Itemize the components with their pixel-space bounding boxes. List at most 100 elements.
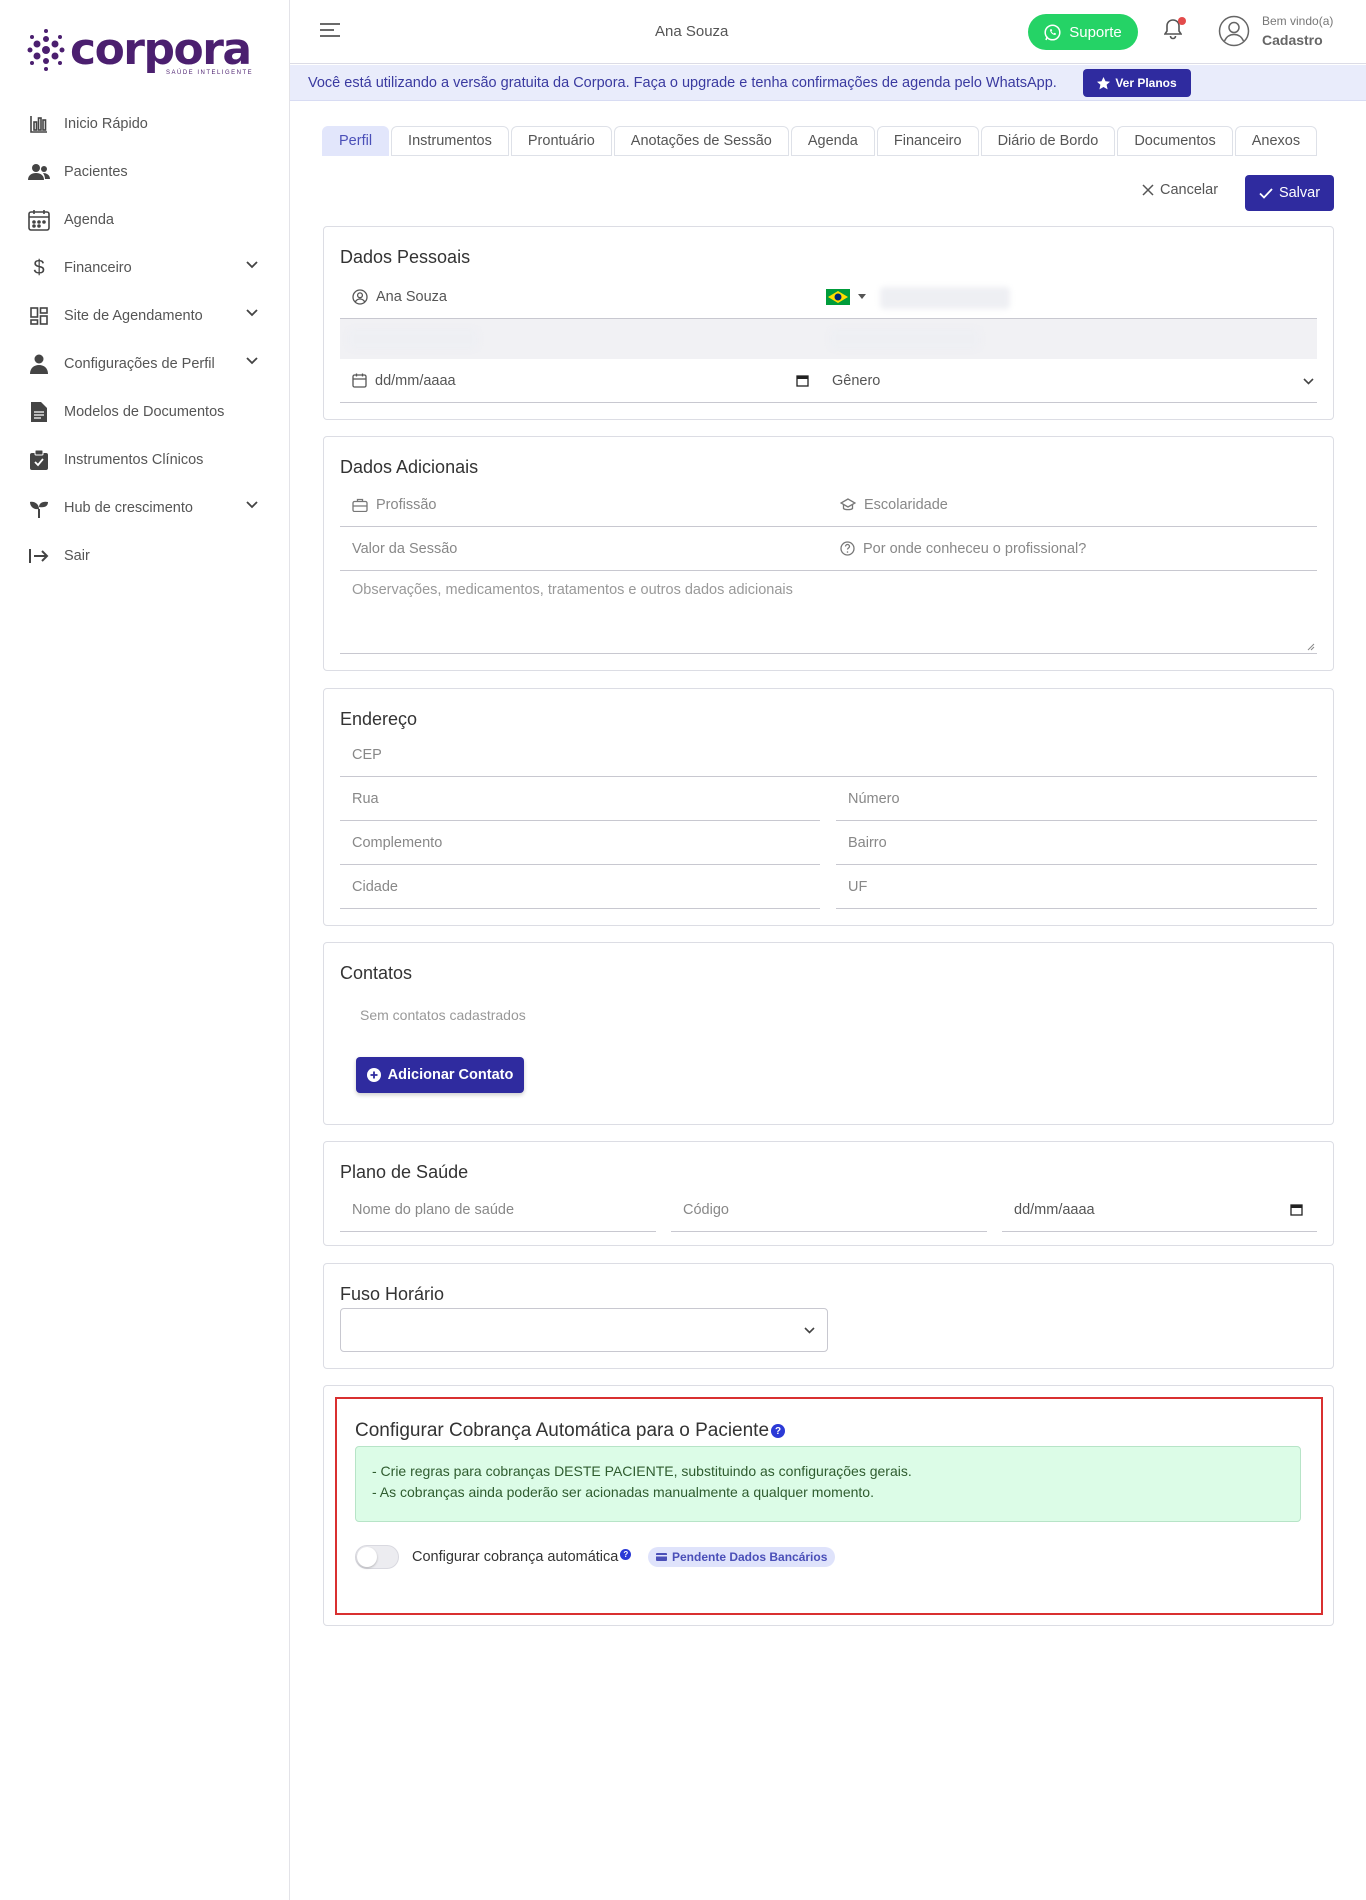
question-circle-icon bbox=[840, 541, 855, 556]
tab-financeiro[interactable]: Financeiro bbox=[876, 126, 979, 156]
welcome-text: Bem vindo(a) bbox=[1262, 14, 1334, 28]
birthdate-placeholder: dd/mm/aaaa bbox=[375, 372, 456, 389]
tab-anotacoes-sessao[interactable]: Anotações de Sessão bbox=[613, 126, 789, 156]
valor-sessao-field[interactable]: Valor da Sessão bbox=[340, 527, 828, 571]
valor-sessao-placeholder: Valor da Sessão bbox=[352, 540, 458, 557]
escolaridade-field[interactable]: Escolaridade bbox=[828, 483, 1317, 527]
profissao-field[interactable]: Profissão bbox=[340, 483, 828, 527]
dollar-icon: $ bbox=[33, 256, 45, 279]
top-bar: Ana Souza Suporte Bem vindo(a) Cadastro bbox=[290, 0, 1366, 64]
redacted-email bbox=[348, 329, 478, 349]
add-contact-button[interactable]: Adicionar Contato bbox=[356, 1057, 524, 1093]
calendar-icon bbox=[28, 209, 50, 231]
ver-planos-button[interactable]: Ver Planos bbox=[1083, 69, 1191, 97]
card-title: Fuso Horário bbox=[340, 1284, 445, 1304]
brazil-flag-icon[interactable] bbox=[826, 288, 850, 305]
chevron-down-icon bbox=[804, 1327, 815, 1334]
card-title: Contatos bbox=[340, 963, 413, 983]
resize-handle-icon[interactable] bbox=[1307, 643, 1315, 651]
numero-placeholder: Número bbox=[848, 790, 900, 807]
bairro-field[interactable]: Bairro bbox=[836, 821, 1317, 865]
plano-codigo-placeholder: Código bbox=[683, 1201, 729, 1218]
redacted-phone bbox=[880, 287, 1010, 309]
sidebar-item-modelos-documentos[interactable]: Modelos de Documentos bbox=[0, 388, 290, 436]
sidebar-item-site-agendamento[interactable]: Site de Agendamento bbox=[0, 292, 290, 340]
calendar-icon bbox=[352, 373, 367, 388]
cobranca-title: Configurar Cobrança Automática para o Pa… bbox=[355, 1420, 786, 1442]
rua-field[interactable]: Rua bbox=[340, 777, 820, 821]
empty-contacts-text: Sem contatos cadastrados bbox=[360, 1007, 526, 1023]
name-field[interactable]: Ana Souza bbox=[340, 275, 820, 319]
sidebar-item-financeiro[interactable]: $ Financeiro bbox=[0, 244, 290, 292]
star-icon bbox=[1097, 76, 1111, 89]
sidebar-item-label: Configurações de Perfil bbox=[64, 356, 215, 372]
plano-nome-field[interactable]: Nome do plano de saúde bbox=[340, 1188, 656, 1232]
cep-field[interactable]: CEP bbox=[340, 733, 1317, 777]
date-picker-icon[interactable] bbox=[796, 374, 809, 387]
users-icon bbox=[28, 161, 50, 183]
tab-agenda[interactable]: Agenda bbox=[790, 126, 875, 156]
sidebar-item-pacientes[interactable]: Pacientes bbox=[0, 148, 290, 196]
help-icon[interactable]: ? bbox=[771, 1424, 786, 1438]
phone-field[interactable] bbox=[820, 275, 1317, 319]
info-line-2: - As cobranças ainda poderão ser acionad… bbox=[372, 1484, 874, 1500]
document-icon bbox=[28, 401, 50, 423]
sidebar-item-sair[interactable]: Sair bbox=[0, 532, 290, 580]
dashboard-icon bbox=[28, 305, 50, 327]
genero-select[interactable]: Gênero bbox=[820, 359, 1317, 403]
sidebar-item-label: Modelos de Documentos bbox=[64, 404, 225, 420]
cancel-button[interactable]: Cancelar bbox=[1142, 182, 1218, 198]
por-onde-placeholder: Por onde conheceu o profissional? bbox=[863, 540, 1087, 557]
save-button[interactable]: Salvar bbox=[1245, 175, 1334, 211]
plano-validade-field[interactable]: dd/mm/aaaa bbox=[1002, 1188, 1317, 1232]
cidade-field[interactable]: Cidade bbox=[340, 865, 820, 909]
date-picker-icon[interactable] bbox=[1290, 1203, 1303, 1216]
cobranca-toggle[interactable] bbox=[355, 1545, 399, 1569]
user-circle-icon bbox=[352, 288, 368, 305]
sidebar-item-label: Inicio Rápido bbox=[64, 116, 148, 132]
plano-codigo-field[interactable]: Código bbox=[671, 1188, 987, 1232]
user-icon bbox=[28, 353, 50, 375]
observacoes-textarea[interactable]: Observações, medicamentos, tratamentos e… bbox=[340, 572, 1317, 654]
tab-documentos[interactable]: Documentos bbox=[1117, 126, 1233, 156]
tab-instrumentos[interactable]: Instrumentos bbox=[391, 126, 509, 156]
tab-diario-bordo[interactable]: Diário de Bordo bbox=[980, 126, 1116, 156]
name-value: Ana Souza bbox=[376, 288, 447, 305]
support-button[interactable]: Suporte bbox=[1028, 14, 1138, 50]
briefcase-icon bbox=[352, 498, 368, 512]
tab-prontuario[interactable]: Prontuário bbox=[510, 126, 612, 156]
help-icon[interactable]: ? bbox=[620, 1548, 632, 1560]
logo-text: corpora bbox=[70, 24, 252, 75]
sidebar-item-instrumentos-clinicos[interactable]: Instrumentos Clínicos bbox=[0, 436, 290, 484]
plano-nome-placeholder: Nome do plano de saúde bbox=[352, 1201, 515, 1218]
email-field[interactable] bbox=[340, 319, 1317, 359]
sidebar-item-label: Hub de crescimento bbox=[64, 500, 193, 516]
user-avatar-icon[interactable] bbox=[1218, 15, 1250, 47]
chevron-down-icon bbox=[246, 309, 258, 317]
por-onde-field[interactable]: Por onde conheceu o profissional? bbox=[828, 527, 1317, 571]
birthdate-field[interactable]: dd/mm/aaaa bbox=[340, 359, 820, 403]
sidebar-item-label: Pacientes bbox=[64, 164, 128, 180]
clipboard-icon bbox=[28, 449, 50, 471]
numero-field[interactable]: Número bbox=[836, 777, 1317, 821]
menu-toggle-icon[interactable] bbox=[320, 22, 340, 38]
fuso-horario-select[interactable] bbox=[340, 1308, 828, 1352]
sidebar-item-hub-crescimento[interactable]: Hub de crescimento bbox=[0, 484, 290, 532]
sidebar-item-config-perfil[interactable]: Configurações de Perfil bbox=[0, 340, 290, 388]
patient-name: Ana Souza bbox=[655, 23, 729, 40]
badge-label: Pendente Dados Bancários bbox=[672, 1550, 828, 1564]
corpora-logo[interactable]: corpora SAÚDE INTELIGENTE bbox=[26, 24, 252, 76]
tab-anexos[interactable]: Anexos bbox=[1234, 126, 1318, 156]
sidebar-item-inicio-rapido[interactable]: Inicio Rápido bbox=[0, 100, 290, 148]
tab-perfil[interactable]: Perfil bbox=[322, 126, 390, 156]
support-label: Suporte bbox=[1069, 23, 1122, 41]
logo-tagline: SAÚDE INTELIGENTE bbox=[166, 70, 254, 76]
sidebar-item-label: Instrumentos Clínicos bbox=[64, 452, 204, 468]
card-title: Plano de Saúde bbox=[340, 1162, 469, 1182]
chevron-down-icon bbox=[1303, 378, 1314, 385]
complemento-field[interactable]: Complemento bbox=[340, 821, 820, 865]
uf-field[interactable]: UF bbox=[836, 865, 1317, 909]
sidebar-item-agenda[interactable]: Agenda bbox=[0, 196, 290, 244]
check-icon bbox=[1259, 187, 1273, 199]
chevron-down-icon bbox=[246, 357, 258, 365]
